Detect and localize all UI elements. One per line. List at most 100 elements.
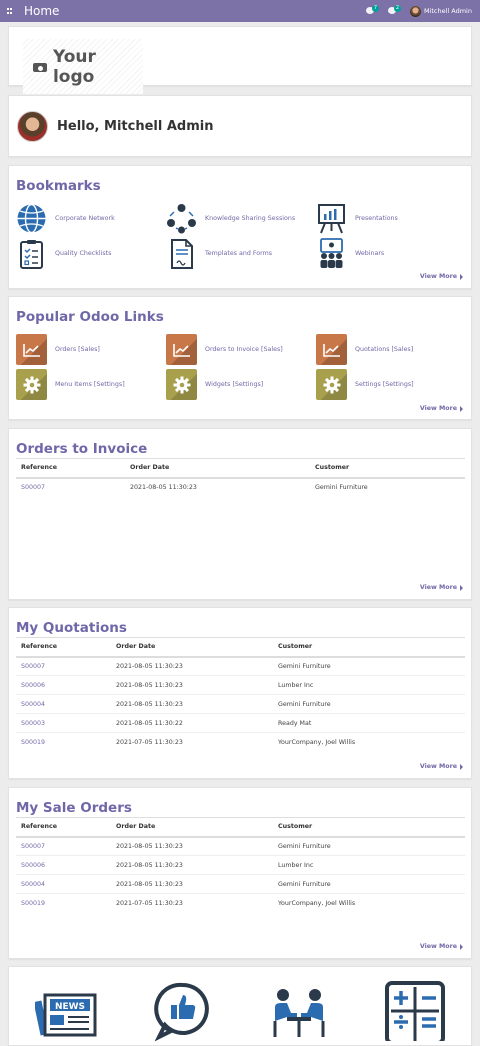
bookmarks-title: Bookmarks (16, 178, 101, 194)
column-header: Reference (16, 637, 111, 658)
activities-menu[interactable]: 2 (387, 5, 402, 17)
bookmark-label: Quality Checklists (55, 250, 112, 257)
orders-to-invoice-title: Orders to Invoice (16, 441, 148, 457)
link-label: Menu Items [Settings] (55, 381, 125, 388)
date-cell: 2021-07-05 11:30:23 (116, 738, 183, 746)
meeting-icon[interactable] (241, 981, 357, 1041)
network-icon (166, 203, 197, 234)
news-icon[interactable]: NEWS (9, 981, 125, 1041)
reference-cell[interactable]: S00006 (16, 675, 111, 695)
calculator-icon[interactable] (357, 981, 473, 1041)
link-label: Orders [Sales] (55, 346, 100, 353)
table-row[interactable]: S00006 2021-08-05 11:30:23 Lumber Inc (16, 675, 465, 695)
bookmark-knowledge-sharing[interactable]: Knowledge Sharing Sessions (166, 203, 316, 234)
bottom-icons-card: NEWS (8, 966, 472, 1046)
quotations-view-more-link[interactable]: View More (420, 763, 463, 770)
bookmark-label: Knowledge Sharing Sessions (205, 215, 296, 222)
bookmark-presentations[interactable]: Presentations (316, 203, 466, 234)
column-header: Reference (16, 817, 111, 838)
my-sale-orders-card: My Sale Orders Reference Order Date Cust… (8, 787, 472, 959)
bookmark-label: Presentations (355, 215, 398, 222)
avatar (409, 5, 421, 17)
link-label: Widgets [Settings] (205, 381, 264, 388)
date-cell: 2021-07-05 11:30:23 (116, 899, 183, 907)
column-header: Customer (273, 637, 465, 658)
activities-badge: 2 (393, 5, 401, 12)
thumbs-up-chat-icon[interactable] (125, 981, 241, 1041)
messages-badge: 7 (371, 5, 379, 12)
my-quotations-title: My Quotations (16, 620, 127, 636)
view-more-label: View More (419, 584, 457, 591)
sales-chart-icon (16, 334, 47, 365)
page-title: Home (24, 4, 60, 18)
bookmark-quality-checklists[interactable]: Quality Checklists (16, 238, 166, 269)
column-header: Customer (273, 817, 465, 838)
table-row[interactable]: S00019 2021-07-05 11:30:23 YourCompany, Jo… (16, 894, 465, 913)
bookmarks-card: Bookmarks Corporate Network Knowledge Sh… (8, 165, 472, 289)
popular-links-view-more-link[interactable]: View More (420, 405, 463, 412)
table-row[interactable]: S00007 2021-08-05 11:30:23 Gemini Furnit… (16, 478, 465, 497)
reference-cell[interactable]: S00004 (16, 874, 111, 894)
reference-cell[interactable]: S00019 (16, 733, 111, 752)
table-row[interactable]: S00004 2021-08-05 11:30:23 Gemini Furnitur… (16, 874, 465, 894)
bookmark-corporate-network[interactable]: Corporate Network (16, 203, 166, 234)
date-cell: 2021-08-05 11:30:23 (111, 694, 273, 714)
customer-cell: Gemini Furniture (273, 874, 465, 894)
reference-cell[interactable]: S00007 (16, 836, 111, 856)
sale-orders-view-more-link[interactable]: View More (420, 943, 463, 950)
orders-to-invoice-card: Orders to Invoice Reference Order Date C… (8, 428, 472, 600)
link-quotations[interactable]: Quotations [Sales] (316, 334, 466, 365)
reference-cell[interactable]: S00007 (16, 656, 111, 676)
customer-cell: Lumber Inc (273, 855, 465, 875)
reference-cell[interactable]: S00006 (16, 855, 111, 875)
column-header: Reference (16, 458, 125, 479)
link-settings[interactable]: Settings [Settings] (316, 369, 466, 400)
view-more-label: View More (419, 405, 457, 412)
reference-cell[interactable]: S00004 (16, 694, 111, 714)
company-logo[interactable]: Your logo (23, 39, 143, 94)
column-header: Order Date (111, 817, 273, 838)
view-more-label: View More (419, 763, 457, 770)
customer-cell: Lumber Inc (273, 675, 465, 695)
orders-to-invoice-table: Reference Order Date Customer S00007 202… (16, 458, 465, 497)
link-label: Orders to Invoice [Sales] (205, 346, 283, 353)
popular-links-title: Popular Odoo Links (16, 309, 164, 325)
date-cell: 2021-08-05 11:30:23 (111, 675, 273, 695)
caret-right-icon (460, 405, 463, 412)
view-more-label: View More (419, 273, 457, 280)
apps-menu-icon[interactable] (0, 0, 20, 22)
my-sale-orders-title: My Sale Orders (16, 800, 132, 816)
caret-right-icon (460, 943, 463, 950)
messages-menu[interactable]: 7 (365, 5, 380, 17)
user-menu[interactable]: Mitchell Admin (409, 5, 472, 17)
settings-gear-icon (166, 369, 197, 400)
link-menu-items[interactable]: Menu Items [Settings] (16, 369, 166, 400)
greeting-card: Hello, Mitchell Admin (8, 95, 472, 157)
table-row[interactable]: S00007 2021-08-05 11:30:23 Gemini Furnitur… (16, 836, 465, 856)
bookmark-templates-forms[interactable]: Templates and Forms (166, 238, 316, 269)
date-cell: 2021-08-05 11:30:22 (111, 713, 273, 733)
reference-cell[interactable]: S00019 (16, 894, 111, 913)
column-header: Order Date (125, 458, 310, 479)
link-orders-sales[interactable]: Orders [Sales] (16, 334, 166, 365)
table-row[interactable]: S00003 2021-08-05 11:30:22 Ready Mat (16, 713, 465, 733)
reference-cell[interactable]: S00003 (16, 713, 111, 733)
table-row[interactable]: S00019 2021-07-05 11:30:23 YourCompany, Jo… (16, 733, 465, 752)
bookmark-webinars[interactable]: Webinars (316, 238, 466, 269)
settings-gear-icon (316, 369, 347, 400)
table-row[interactable]: S00007 2021-08-05 11:30:23 Gemini Furnitur… (16, 656, 465, 676)
orders-to-invoice-view-more-link[interactable]: View More (420, 584, 463, 591)
reference-cell[interactable]: S00007 (16, 478, 125, 497)
table-row[interactable]: S00004 2021-08-05 11:30:23 Gemini Furnitur… (16, 694, 465, 714)
bookmark-label: Templates and Forms (205, 250, 273, 257)
column-header: Customer (310, 458, 465, 479)
bookmarks-view-more-link[interactable]: View More (420, 273, 463, 280)
link-widgets[interactable]: Widgets [Settings] (166, 369, 316, 400)
caret-right-icon (460, 584, 463, 591)
table-row[interactable]: S00006 2021-08-05 11:30:23 Lumber Inc (16, 855, 465, 875)
sales-chart-icon (166, 334, 197, 365)
link-orders-to-invoice[interactable]: Orders to Invoice [Sales] (166, 334, 316, 365)
customer-cell: Gemini Furniture (273, 836, 465, 856)
quotations-table: Reference Order Date Customer S00007 2021… (16, 637, 465, 752)
caret-right-icon (460, 763, 463, 770)
